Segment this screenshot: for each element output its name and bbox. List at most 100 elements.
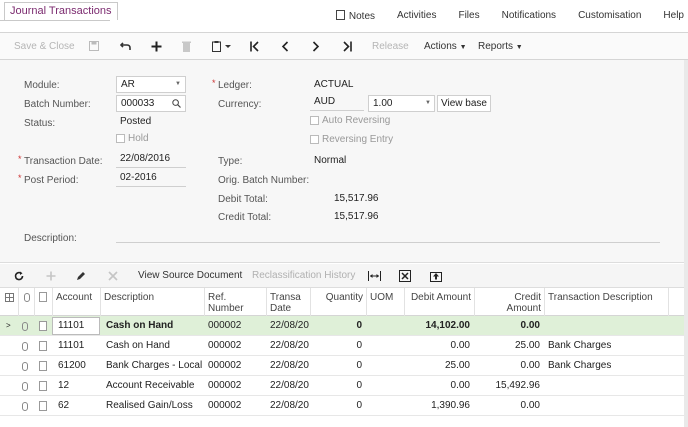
transaction-description-cell[interactable]: Bank Charges — [548, 356, 668, 376]
account-cell[interactable]: 12 — [52, 376, 100, 396]
add-row-button[interactable] — [46, 264, 58, 288]
currency-rate-select[interactable]: 1.00 ▼ — [368, 95, 435, 112]
quantity-cell[interactable]: 0 — [310, 336, 362, 356]
debit-amount-header[interactable]: Debit Amount — [404, 288, 474, 316]
table-row[interactable]: 61200 Bank Charges - Local 000002 22/08/… — [0, 356, 688, 376]
uom-cell[interactable] — [366, 376, 404, 396]
account-header[interactable]: Account — [52, 288, 100, 316]
transaction-date-cell[interactable]: 22/08/20 — [266, 396, 310, 416]
description-cell[interactable]: Account Receivable — [100, 376, 204, 396]
transaction-description-cell[interactable] — [548, 316, 668, 336]
account-cell[interactable]: 61200 — [52, 356, 100, 376]
undo-button[interactable] — [120, 33, 134, 61]
table-row[interactable]: 62 Realised Gain/Loss 000002 22/08/20 0 … — [0, 396, 688, 416]
debit-amount-cell[interactable]: 14,102.00 — [404, 316, 471, 336]
description-cell[interactable]: Cash on Hand — [100, 316, 204, 336]
uom-header[interactable]: UOM — [366, 288, 404, 316]
ref-number-cell[interactable]: 000002 — [204, 356, 266, 376]
view-base-button[interactable]: View base — [437, 95, 491, 112]
delete-button[interactable] — [182, 33, 196, 61]
debit-amount-cell[interactable]: 0.00 — [404, 336, 470, 356]
reclassification-history-button[interactable]: Reclassification History — [252, 264, 355, 288]
quantity-cell[interactable]: 0 — [310, 316, 362, 336]
nav-notifications[interactable]: Notifications — [502, 10, 556, 22]
table-row[interactable]: 12 Account Receivable 000002 22/08/20 0 … — [0, 376, 688, 396]
debit-amount-cell[interactable]: 0.00 — [404, 376, 470, 396]
save-button[interactable] — [89, 33, 103, 61]
first-record-button[interactable] — [250, 33, 262, 61]
actions-menu[interactable]: Actions ▼ — [424, 33, 467, 61]
nav-help[interactable]: Help — [663, 10, 684, 22]
transaction-date-header[interactable]: Transa Date — [266, 288, 310, 316]
debit-amount-cell[interactable]: 1,390.96 — [404, 396, 470, 416]
release-button[interactable]: Release — [372, 33, 409, 61]
reports-menu[interactable]: Reports ▼ — [478, 33, 523, 61]
uom-cell[interactable] — [366, 316, 404, 336]
view-source-document-button[interactable]: View Source Document — [138, 264, 242, 288]
last-record-button[interactable] — [342, 33, 354, 61]
transaction-description-cell[interactable] — [548, 376, 668, 396]
previous-record-button[interactable] — [281, 33, 293, 61]
description-field[interactable] — [116, 226, 660, 243]
nav-customisation[interactable]: Customisation — [578, 10, 641, 22]
uom-cell[interactable] — [366, 336, 404, 356]
refresh-button[interactable] — [14, 264, 26, 288]
credit-amount-cell[interactable]: 25.00 — [474, 336, 540, 356]
description-cell[interactable]: Cash on Hand — [100, 336, 204, 356]
credit-amount-cell[interactable]: 15,492.96 — [474, 376, 541, 396]
hold-checkbox[interactable] — [116, 134, 125, 143]
uom-cell[interactable] — [366, 356, 404, 376]
save-close-button[interactable]: Save & Close — [14, 33, 75, 61]
delete-row-button[interactable] — [108, 264, 120, 288]
transaction-date-field[interactable]: 22/08/2016 — [116, 151, 186, 168]
account-cell[interactable]: 62 — [52, 396, 100, 416]
vertical-scrollbar[interactable] — [684, 60, 688, 427]
ref-number-header[interactable]: Ref. Number — [204, 288, 266, 316]
quantity-cell[interactable]: 0 — [310, 396, 362, 416]
edit-row-button[interactable] — [76, 264, 88, 288]
transaction-description-cell[interactable]: Bank Charges — [548, 336, 668, 356]
upload-button[interactable] — [430, 264, 444, 288]
nav-activities[interactable]: Activities — [397, 10, 436, 22]
post-period-field[interactable]: 02-2016 — [116, 170, 186, 187]
nav-files[interactable]: Files — [458, 10, 479, 22]
transaction-date-cell[interactable]: 22/08/20 — [266, 316, 310, 336]
auto-reversing-checkbox[interactable] — [310, 116, 319, 125]
ref-number-cell[interactable]: 000002 — [204, 316, 266, 336]
transaction-date-cell[interactable]: 22/08/20 — [266, 356, 310, 376]
credit-amount-cell[interactable]: 0.00 — [474, 396, 540, 416]
next-record-button[interactable] — [312, 33, 324, 61]
credit-amount-cell[interactable]: 0.00 — [474, 356, 540, 376]
credit-amount-header[interactable]: Credit Amount — [474, 288, 544, 316]
quantity-cell[interactable]: 0 — [310, 376, 362, 396]
copy-paste-button[interactable] — [212, 33, 236, 61]
transaction-description-cell[interactable] — [548, 396, 668, 416]
account-cell[interactable]: 11101 — [52, 336, 100, 356]
table-row[interactable]: 11101 Cash on Hand 000002 22/08/20 0 0.0… — [0, 336, 688, 356]
transaction-date-cell[interactable]: 22/08/20 — [266, 376, 310, 396]
ref-number-cell[interactable]: 000002 — [204, 336, 266, 356]
batch-number-field[interactable]: 000033 — [116, 95, 186, 112]
quantity-cell[interactable]: 0 — [310, 356, 362, 376]
reversing-entry-checkbox[interactable] — [310, 135, 319, 144]
account-cell[interactable]: 11101 — [52, 317, 100, 335]
description-header[interactable]: Description — [100, 288, 204, 316]
quantity-header[interactable]: Quantity — [310, 288, 366, 316]
description-cell[interactable]: Bank Charges - Local — [100, 356, 204, 376]
nav-notes[interactable]: Notes — [335, 10, 375, 22]
transaction-date-cell[interactable]: 22/08/20 — [266, 336, 310, 356]
uom-cell[interactable] — [366, 396, 404, 416]
table-row[interactable]: > 11101 Cash on Hand 000002 22/08/20 0 1… — [0, 316, 688, 336]
credit-amount-cell[interactable]: 0.00 — [474, 316, 540, 336]
export-excel-button[interactable] — [399, 264, 413, 288]
transaction-description-header[interactable]: Transaction Description — [544, 288, 668, 316]
select-all-header[interactable] — [0, 288, 18, 316]
add-button[interactable] — [151, 33, 165, 61]
ref-number-cell[interactable]: 000002 — [204, 376, 266, 396]
module-select[interactable]: AR ▼ — [116, 76, 186, 93]
currency-field[interactable]: AUD — [310, 94, 364, 111]
fit-columns-button[interactable] — [368, 264, 382, 288]
ref-number-cell[interactable]: 000002 — [204, 396, 266, 416]
description-cell[interactable]: Realised Gain/Loss — [100, 396, 204, 416]
debit-amount-cell[interactable]: 25.00 — [404, 356, 470, 376]
